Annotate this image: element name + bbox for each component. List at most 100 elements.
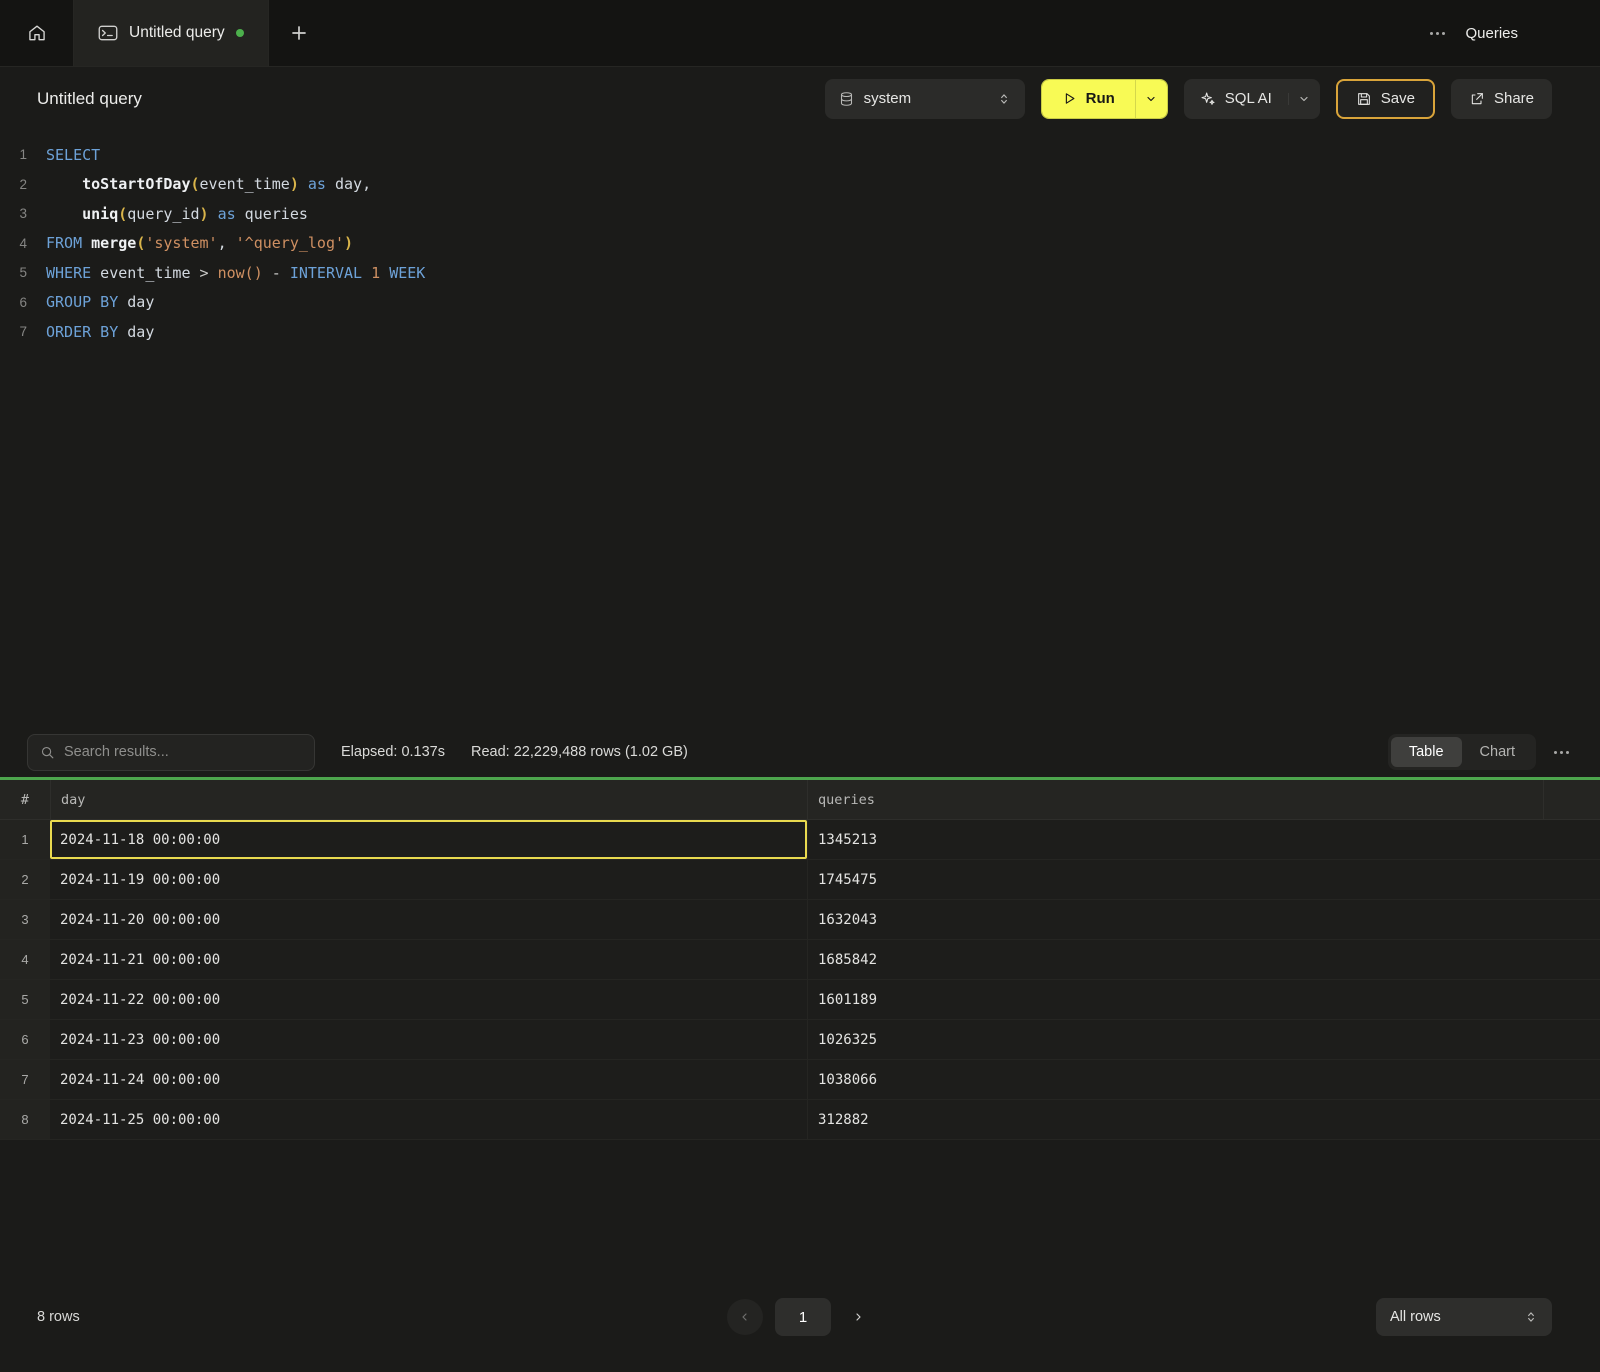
line-number: 1: [0, 147, 46, 162]
line-number: 2: [0, 177, 46, 192]
save-button-label: Save: [1381, 90, 1415, 107]
results-table-header: # day queries: [0, 780, 1600, 820]
column-header-index: #: [0, 780, 50, 819]
database-select[interactable]: system: [825, 79, 1025, 119]
chevron-left-icon: [739, 1311, 751, 1323]
table-row: 42024-11-21 00:00:001685842: [0, 940, 1600, 980]
plus-icon: [291, 25, 307, 41]
code-text: toStartOfDay(event_time) as day,: [46, 175, 371, 193]
row-number-cell[interactable]: 8: [0, 1100, 50, 1139]
new-tab-button[interactable]: [269, 0, 329, 66]
cell-queries[interactable]: 1685842: [807, 940, 1600, 979]
sparkle-icon: [1200, 91, 1216, 107]
view-switcher: Table Chart: [1388, 734, 1536, 770]
code-text: ORDER BY day: [46, 323, 154, 341]
search-icon: [40, 745, 55, 760]
cell-day[interactable]: 2024-11-18 00:00:00: [50, 820, 807, 859]
code-line: 7ORDER BY day: [0, 317, 1600, 347]
prev-page-button[interactable]: [727, 1299, 763, 1335]
code-line: 1SELECT: [0, 140, 1600, 170]
cell-queries[interactable]: 1632043: [807, 900, 1600, 939]
row-number-cell[interactable]: 5: [0, 980, 50, 1019]
run-button[interactable]: Run: [1042, 80, 1135, 118]
cell-queries[interactable]: 1601189: [807, 980, 1600, 1019]
results-more-icon[interactable]: [1550, 745, 1573, 760]
editor-lines: 1SELECT2 toStartOfDay(event_time) as day…: [0, 140, 1600, 347]
top-tab-bar: Untitled query Queries: [0, 0, 1600, 67]
line-number: 4: [0, 236, 46, 251]
cell-queries[interactable]: 1345213: [807, 820, 1600, 859]
cell-day[interactable]: 2024-11-23 00:00:00: [50, 1020, 807, 1059]
play-icon: [1062, 91, 1077, 106]
row-number-cell[interactable]: 6: [0, 1020, 50, 1059]
search-results-box: [27, 734, 315, 771]
column-header-filler: [1543, 780, 1600, 819]
column-header-day[interactable]: day: [50, 780, 807, 819]
page-size-value: All rows: [1390, 1309, 1516, 1325]
run-options-button[interactable]: [1135, 80, 1167, 118]
current-page-button[interactable]: 1: [775, 1298, 831, 1336]
cell-queries[interactable]: 312882: [807, 1100, 1600, 1139]
row-number-cell[interactable]: 1: [0, 820, 50, 859]
cell-day[interactable]: 2024-11-20 00:00:00: [50, 900, 807, 939]
row-number-cell[interactable]: 3: [0, 900, 50, 939]
tab-untitled-query[interactable]: Untitled query: [74, 0, 269, 66]
home-button[interactable]: [0, 0, 74, 66]
chevron-down-icon: [1145, 93, 1157, 105]
tab-label: Untitled query: [129, 24, 225, 42]
code-line: 4FROM merge('system', '^query_log'): [0, 229, 1600, 259]
line-number: 6: [0, 295, 46, 310]
share-icon: [1469, 91, 1485, 107]
table-row: 22024-11-19 00:00:001745475: [0, 860, 1600, 900]
page-size-select[interactable]: All rows: [1376, 1298, 1552, 1336]
sql-ai-button[interactable]: SQL AI: [1184, 90, 1288, 107]
column-header-queries[interactable]: queries: [807, 780, 1543, 819]
line-number: 5: [0, 265, 46, 280]
share-button[interactable]: Share: [1451, 79, 1552, 119]
code-line: 2 toStartOfDay(event_time) as day,: [0, 170, 1600, 200]
row-number-cell[interactable]: 4: [0, 940, 50, 979]
code-text: FROM merge('system', '^query_log'): [46, 234, 353, 252]
cell-queries[interactable]: 1038066: [807, 1060, 1600, 1099]
line-number: 3: [0, 206, 46, 221]
tab-chart-view[interactable]: Chart: [1462, 737, 1533, 767]
table-row: 82024-11-25 00:00:00312882: [0, 1100, 1600, 1140]
code-text: GROUP BY day: [46, 293, 154, 311]
next-page-button[interactable]: [843, 1299, 873, 1335]
cell-day[interactable]: 2024-11-25 00:00:00: [50, 1100, 807, 1139]
chevron-down-icon: [1298, 93, 1310, 105]
row-number-cell[interactable]: 7: [0, 1060, 50, 1099]
run-button-label: Run: [1086, 90, 1115, 107]
tab-table-view[interactable]: Table: [1391, 737, 1462, 767]
line-number: 7: [0, 324, 46, 339]
sql-ai-options-button[interactable]: [1288, 93, 1320, 105]
unsaved-dot: [236, 29, 244, 37]
run-button-group: Run: [1041, 79, 1168, 119]
more-options-icon[interactable]: [1426, 26, 1449, 41]
save-icon: [1356, 91, 1372, 107]
share-button-label: Share: [1494, 90, 1534, 107]
queries-link[interactable]: Queries: [1465, 25, 1518, 42]
code-line: 3 uniq(query_id) as queries: [0, 199, 1600, 229]
cell-queries[interactable]: 1026325: [807, 1020, 1600, 1059]
row-number-cell[interactable]: 2: [0, 860, 50, 899]
sql-editor[interactable]: 1SELECT2 toStartOfDay(event_time) as day…: [0, 130, 1600, 727]
pagination: 1: [727, 1298, 873, 1336]
database-select-value: system: [864, 90, 987, 107]
cell-queries[interactable]: 1745475: [807, 860, 1600, 899]
table-row: 72024-11-24 00:00:001038066: [0, 1060, 1600, 1100]
cell-day[interactable]: 2024-11-21 00:00:00: [50, 940, 807, 979]
results-footer: 8 rows 1 All rows: [0, 1262, 1600, 1372]
cell-day[interactable]: 2024-11-24 00:00:00: [50, 1060, 807, 1099]
elapsed-stat: Elapsed: 0.137s: [341, 744, 445, 760]
cell-day[interactable]: 2024-11-19 00:00:00: [50, 860, 807, 899]
database-icon: [839, 91, 854, 107]
table-row: 12024-11-18 00:00:001345213: [0, 820, 1600, 860]
save-button[interactable]: Save: [1336, 79, 1435, 119]
table-row: 62024-11-23 00:00:001026325: [0, 1020, 1600, 1060]
cell-day[interactable]: 2024-11-22 00:00:00: [50, 980, 807, 1019]
sql-ai-button-group: SQL AI: [1184, 79, 1320, 119]
table-row: 32024-11-20 00:00:001632043: [0, 900, 1600, 940]
search-results-input[interactable]: [64, 744, 302, 760]
results-table-body: 12024-11-18 00:00:00134521322024-11-19 0…: [0, 820, 1600, 1140]
